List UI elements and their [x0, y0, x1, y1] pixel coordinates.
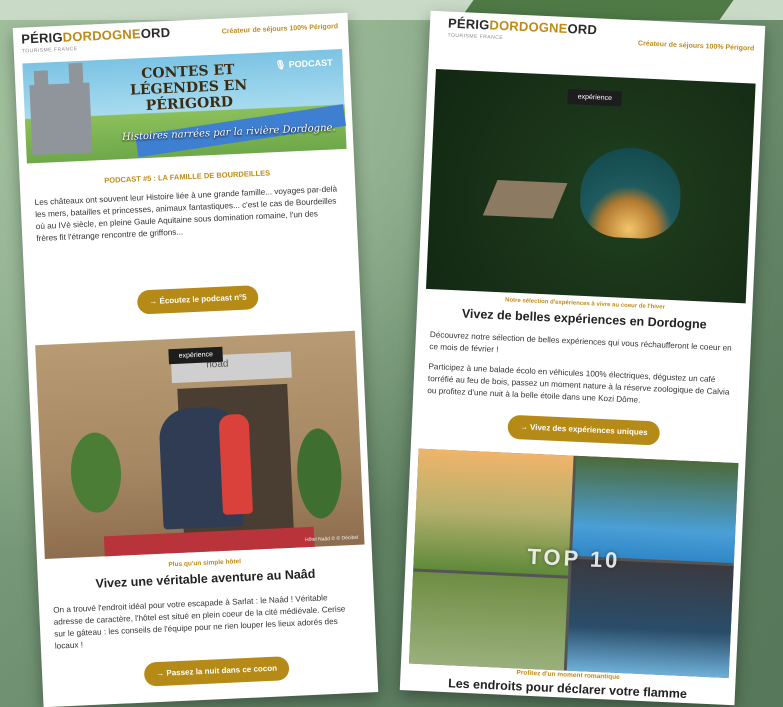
podcast-banner[interactable]: CONTES ET LÉGENDES EN PÉRIGORD 🎙 PODCAST…: [22, 49, 347, 164]
photo-credit: Hôtel Naâd © © Décibel: [304, 534, 359, 544]
logo-text-c: ORD: [140, 24, 171, 42]
podcast-description: Les châteaux ont souvent leur Histoire l…: [34, 184, 338, 244]
banner-title: CONTES ET LÉGENDES EN PÉRIGORD: [129, 61, 248, 114]
hotel-photo[interactable]: noâd expérience Hôtel Naâd © © Décibel: [35, 330, 365, 560]
brand-logo: PÉRIGDORDOGNEORD TOURISME FRANCE: [21, 24, 171, 58]
header-tagline: Créateur de séjours 100% Périgord: [221, 23, 339, 36]
red-carpet: [103, 526, 315, 557]
dome-photo[interactable]: expérience: [425, 69, 756, 304]
wooden-deck: [482, 179, 568, 219]
experience-badge: expérience: [168, 346, 224, 365]
plant-right: [295, 427, 344, 520]
newsletter-card-right: PÉRIGDORDOGNEORD TOURISME FRANCE Créateu…: [399, 10, 766, 706]
experience-badge: expérience: [567, 89, 623, 107]
podcast-cta-button[interactable]: → Écoutez le podcast n°5: [136, 285, 260, 315]
brand-logo: PÉRIGDORDOGNEORD TOURISME FRANCE: [447, 16, 598, 49]
header-tagline: Créateur de séjours 100% Périgord: [637, 40, 755, 53]
hotel-cta-button[interactable]: → Passez la nuit dans ce cocon: [143, 656, 290, 687]
host-figure: [218, 413, 254, 515]
romantic-collage[interactable]: TOP 10: [408, 448, 739, 678]
plant-left: [69, 431, 123, 514]
kozi-dome: [578, 145, 683, 241]
castle-illustration: [29, 82, 93, 156]
experience-description: Participez à une balade écolo en véhicul…: [427, 362, 730, 405]
newsletter-card-left: PÉRIGDORDOGNEORD TOURISME FRANCE Créateu…: [12, 12, 379, 707]
podcast-label: 🎙 PODCAST: [274, 57, 333, 71]
experience-intro: Découvrez notre sélection de belles expé…: [429, 330, 732, 355]
couple-photo: [408, 571, 568, 671]
hotel-description: On a trouvé l'endroit idéal pour votre e…: [52, 593, 346, 651]
logo-text-c: ORD: [567, 20, 598, 38]
experience-cta-button[interactable]: → Vivez des expériences uniques: [507, 414, 661, 446]
